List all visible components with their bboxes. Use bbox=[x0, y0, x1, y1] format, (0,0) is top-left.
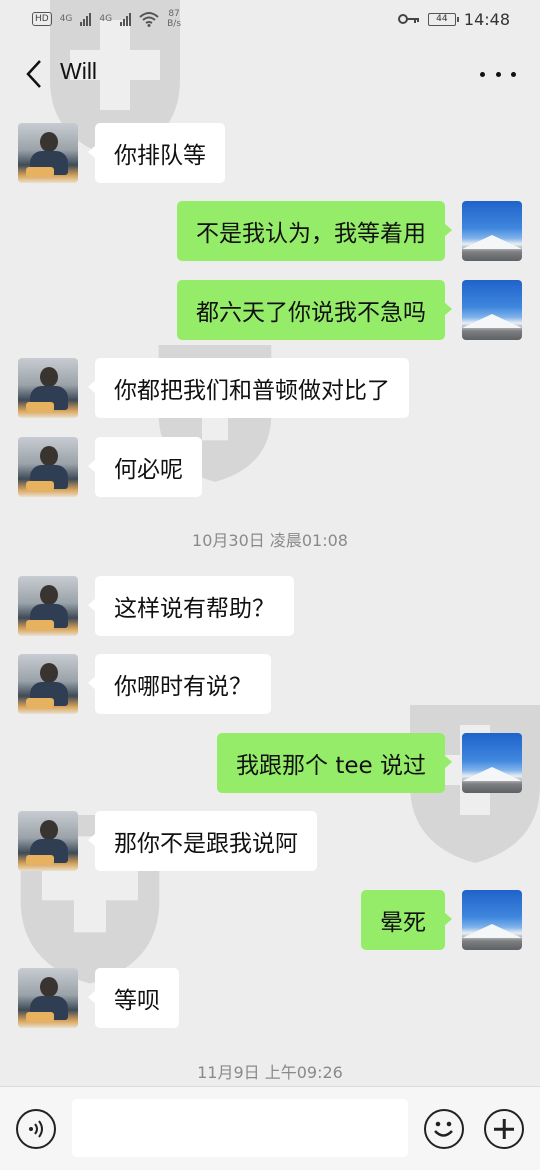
message-bubble[interactable]: 你排队等 bbox=[88, 123, 225, 183]
dot bbox=[511, 71, 516, 77]
contact-avatar[interactable] bbox=[18, 123, 78, 183]
contact-avatar[interactable] bbox=[18, 811, 78, 871]
chat-area[interactable]: 你排队等 不是我认为，我等着用 都六天了你说我不急吗 你都把我们和普顿做对比了 … bbox=[0, 110, 540, 1086]
network-type-1: 4G bbox=[59, 14, 73, 24]
message-bubble[interactable]: 这样说有帮助？ bbox=[88, 576, 294, 636]
chevron-left-icon[interactable] bbox=[20, 58, 48, 90]
signal-icon bbox=[80, 12, 92, 26]
message-bubble[interactable]: 不是我认为，我等着用 bbox=[177, 201, 452, 261]
voice-icon[interactable] bbox=[16, 1109, 56, 1149]
chat-header: Will bbox=[0, 38, 540, 110]
battery-icon: 44 bbox=[427, 12, 459, 26]
dot bbox=[495, 71, 501, 77]
self-avatar[interactable] bbox=[462, 733, 522, 793]
status-bar: HD 4G 4G 87 B/s 44 14:48 bbox=[0, 0, 540, 38]
self-avatar[interactable] bbox=[462, 280, 522, 340]
status-right: 44 14:48 bbox=[397, 9, 510, 29]
net-speed-unit: B/s bbox=[167, 19, 182, 29]
chat-title: Will bbox=[60, 58, 98, 84]
message-bubble[interactable]: 你哪时有说？ bbox=[88, 654, 271, 714]
input-bar bbox=[0, 1086, 540, 1170]
message-bubble[interactable]: 等呗 bbox=[88, 968, 179, 1028]
status-left: HD 4G 4G 87 B/s bbox=[32, 9, 181, 29]
signal-icon bbox=[120, 12, 132, 26]
message-bubble[interactable]: 你都把我们和普顿做对比了 bbox=[88, 358, 409, 418]
chat-timestamp: 10月30日 凌晨01:08 bbox=[192, 531, 348, 550]
contact-avatar[interactable] bbox=[18, 437, 78, 497]
key-icon bbox=[397, 14, 419, 24]
message-input[interactable] bbox=[72, 1099, 408, 1157]
wifi-icon bbox=[139, 12, 159, 27]
emoji-icon[interactable] bbox=[424, 1109, 464, 1149]
net-speed: 87 B/s bbox=[167, 9, 181, 29]
status-time: 14:48 bbox=[463, 9, 510, 29]
hd-icon: HD bbox=[32, 12, 52, 26]
message-bubble[interactable]: 何必呢 bbox=[88, 437, 202, 497]
self-avatar[interactable] bbox=[462, 201, 522, 261]
message-bubble[interactable]: 那你不是跟我说阿 bbox=[88, 811, 317, 871]
network-type-2: 4G bbox=[99, 14, 113, 24]
self-avatar[interactable] bbox=[462, 890, 522, 950]
dot bbox=[480, 71, 485, 77]
contact-avatar[interactable] bbox=[18, 968, 78, 1028]
message-bubble[interactable]: 我跟那个 tee 说过 bbox=[217, 733, 452, 793]
contact-avatar[interactable] bbox=[18, 654, 78, 714]
plus-icon[interactable] bbox=[484, 1109, 524, 1149]
message-bubble[interactable]: 晕死 bbox=[361, 890, 452, 950]
contact-avatar[interactable] bbox=[18, 576, 78, 636]
more-dots-icon[interactable] bbox=[480, 60, 516, 88]
net-speed-value: 87 bbox=[168, 9, 180, 19]
message-bubble[interactable]: 都六天了你说我不急吗 bbox=[177, 280, 452, 340]
chat-timestamp: 11月9日 上午09:26 bbox=[197, 1063, 343, 1082]
contact-avatar[interactable] bbox=[18, 358, 78, 418]
